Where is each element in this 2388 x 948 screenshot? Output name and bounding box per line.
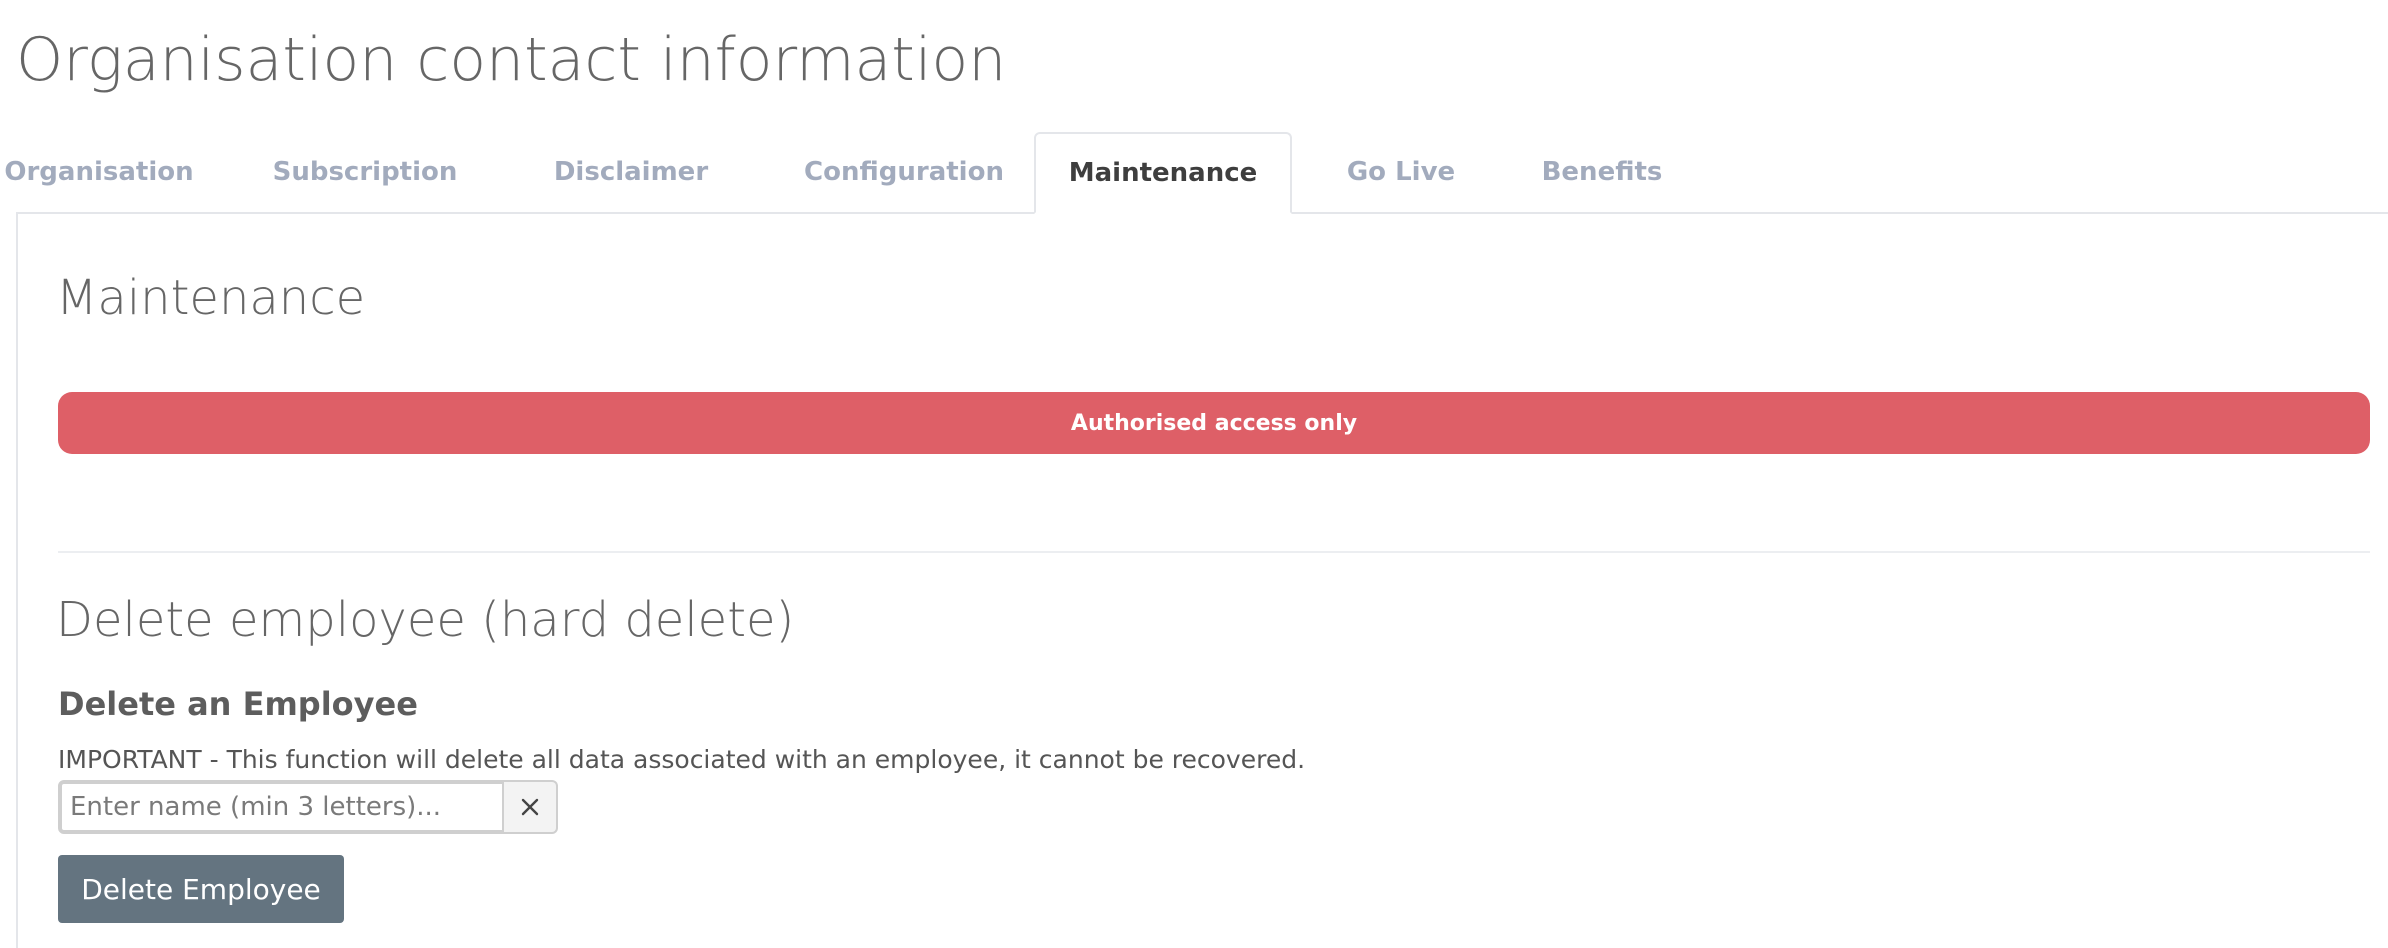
- authorised-access-alert: Authorised access only: [58, 392, 2370, 454]
- tab-subscription[interactable]: Subscription: [272, 132, 458, 212]
- tab-disclaimer[interactable]: Disclaimer: [546, 132, 716, 212]
- delete-an-employee-subheading: Delete an Employee: [58, 685, 418, 723]
- tab-panel: [16, 214, 2388, 948]
- employee-name-input[interactable]: [58, 780, 504, 834]
- close-icon: [521, 798, 539, 816]
- tab-go-live[interactable]: Go Live: [1318, 132, 1484, 212]
- maintenance-heading: Maintenance: [56, 270, 366, 326]
- delete-employee-button[interactable]: Delete Employee: [58, 855, 344, 923]
- tab-bar: Organisation Subscription Disclaimer Con…: [4, 132, 2388, 214]
- section-divider: [58, 551, 2370, 553]
- alert-text: Authorised access only: [1070, 410, 1358, 436]
- tab-organisation[interactable]: Organisation: [4, 132, 193, 212]
- delete-employee-heading: Delete employee (hard delete): [56, 592, 795, 648]
- page-title: Organisation contact information: [16, 25, 1007, 95]
- employee-search-group: [58, 780, 558, 834]
- tab-benefits[interactable]: Benefits: [1514, 132, 1690, 212]
- tab-configuration[interactable]: Configuration: [798, 132, 1010, 212]
- delete-warning-text: IMPORTANT - This function will delete al…: [58, 745, 1306, 774]
- tab-maintenance[interactable]: Maintenance: [1034, 132, 1292, 214]
- clear-search-button[interactable]: [504, 780, 558, 834]
